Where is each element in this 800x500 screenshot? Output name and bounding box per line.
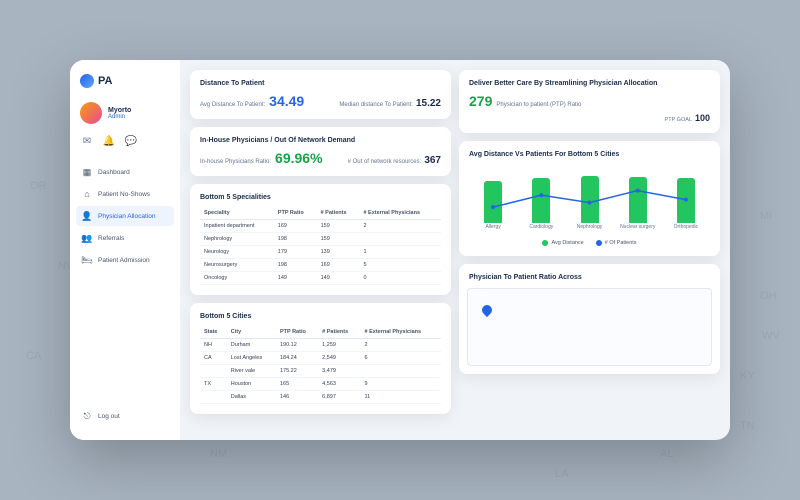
bar[interactable] — [677, 178, 695, 222]
table-row[interactable]: NHDurham190.121,2592 — [200, 339, 441, 352]
table-row[interactable]: Neurosurgery1981695 — [200, 259, 441, 272]
cities-title: Bottom 5 Cities — [200, 313, 441, 320]
bar[interactable] — [532, 178, 550, 223]
table-row[interactable]: Oncology1491490 — [200, 272, 441, 285]
main-content: Distance To Patient Avg Distance To Pati… — [180, 60, 730, 440]
noshow-icon: ⌂ — [82, 189, 92, 199]
bell-icon[interactable]: 🔔 — [102, 134, 116, 148]
col-header: # Patients — [317, 207, 360, 220]
dashboard-window: PA Myorto Admin ✉ 🔔 💬 ▦Dashboard ⌂Patien… — [70, 60, 730, 440]
col-header: # External Physicians — [361, 326, 441, 339]
profile-name: Myorto — [108, 107, 131, 114]
col-header: PTP Ratio — [274, 207, 317, 220]
quick-icons: ✉ 🔔 💬 — [76, 134, 174, 148]
logout-icon: ⎋ — [82, 411, 92, 421]
nav-no-shows[interactable]: ⌂Patient No-Shows — [76, 184, 174, 204]
table-row[interactable]: Neurology1791391 — [200, 246, 441, 259]
map-title: Physician To Patient Ratio Across — [469, 274, 710, 281]
ptp-title: Deliver Better Care By Streamlining Phys… — [469, 80, 710, 87]
specialities-title: Bottom 5 Specialities — [200, 194, 441, 201]
bar-label: Allergy — [485, 225, 500, 231]
profile-role: Admin — [108, 114, 131, 120]
table-row[interactable]: CALost Angeles184.242,5496 — [200, 352, 441, 365]
inhouse-card: In-House Physicians / Out Of Network Dem… — [190, 127, 451, 176]
chat-icon[interactable]: 💬 — [124, 134, 138, 148]
map-card: Physician To Patient Ratio Across — [459, 264, 720, 374]
bar-label: Orthopedic — [674, 225, 698, 231]
bar-group: Nuclear surgery — [614, 177, 662, 230]
logo-icon — [80, 74, 94, 88]
nav-logout[interactable]: ⎋Log out — [76, 406, 174, 426]
table-row[interactable]: Nephrology198159 — [200, 233, 441, 246]
specialities-table: SpecialityPTP Ratio# Patients# External … — [200, 207, 441, 285]
dashboard-icon: ▦ — [82, 167, 92, 177]
profile[interactable]: Myorto Admin — [76, 102, 174, 124]
avatar — [80, 102, 102, 124]
bar-group: Nephrology — [565, 176, 613, 230]
inhouse-ratio-value: 69.96% — [275, 150, 322, 166]
ptp-goal-value: 100 — [695, 113, 710, 123]
cities-card: Bottom 5 Cities StateCityPTP Ratio# Pati… — [190, 303, 451, 414]
nav-physician-allocation[interactable]: 👤Physician Allocation — [76, 206, 174, 226]
ptp-card: Deliver Better Care By Streamlining Phys… — [459, 70, 720, 133]
nav-dashboard[interactable]: ▦Dashboard — [76, 162, 174, 182]
cities-table: StateCityPTP Ratio# Patients# External P… — [200, 326, 441, 404]
bar-label: Nephrology — [577, 225, 603, 231]
legend-bar-dot — [542, 240, 548, 246]
legend-line-dot — [596, 240, 602, 246]
nav-admission[interactable]: 🛏Patient Admission — [76, 250, 174, 270]
bar[interactable] — [484, 181, 502, 223]
table-row[interactable]: TXHouston1654,5639 — [200, 378, 441, 391]
avg-distance-value: 34.49 — [269, 93, 304, 109]
chart-card: Avg Distance Vs Patients For Bottom 5 Ci… — [459, 141, 720, 256]
nav-referrals[interactable]: 👥Referrals — [76, 228, 174, 248]
col-header: Speciality — [200, 207, 274, 220]
app-name: PA — [98, 75, 112, 87]
ptp-value: 279 — [469, 93, 492, 109]
map-pin-icon — [480, 303, 494, 317]
app-logo: PA — [76, 74, 174, 88]
admission-icon: 🛏 — [82, 255, 92, 265]
table-row[interactable]: Inpatient department1691592 — [200, 220, 441, 233]
physician-icon: 👤 — [82, 211, 92, 221]
bar-group: Cardiology — [517, 178, 565, 231]
distance-card: Distance To Patient Avg Distance To Pati… — [190, 70, 451, 119]
bar-line-chart: Allergy Cardiology Nephrology Nuclear surge… — [469, 164, 710, 234]
sidebar: PA Myorto Admin ✉ 🔔 💬 ▦Dashboard ⌂Patien… — [70, 60, 180, 440]
col-header: City — [227, 326, 276, 339]
mail-icon[interactable]: ✉ — [80, 134, 94, 148]
bar-label: Nuclear surgery — [620, 225, 655, 231]
specialities-card: Bottom 5 Specialities SpecialityPTP Rati… — [190, 184, 451, 295]
col-header: # External Physicians — [359, 207, 441, 220]
col-header: PTP Ratio — [276, 326, 318, 339]
nav: ▦Dashboard ⌂Patient No-Shows 👤Physician … — [76, 162, 174, 426]
table-row[interactable]: River vale175.223,479 — [200, 365, 441, 378]
chart-legend: Avg Distance # Of Patients — [469, 240, 710, 246]
table-row[interactable]: Dallas1466,89711 — [200, 391, 441, 404]
distance-title: Distance To Patient — [200, 80, 441, 87]
col-header: # Patients — [318, 326, 360, 339]
bar[interactable] — [581, 176, 599, 223]
bar[interactable] — [629, 177, 647, 223]
chart-title: Avg Distance Vs Patients For Bottom 5 Ci… — [469, 151, 710, 158]
oon-value: 367 — [424, 155, 441, 166]
inhouse-title: In-House Physicians / Out Of Network Dem… — [200, 137, 441, 144]
col-header: State — [200, 326, 227, 339]
bar-group: Allergy — [469, 181, 517, 231]
bar-group: Orthopedic — [662, 178, 710, 230]
median-distance-value: 15.22 — [416, 98, 441, 109]
bar-label: Cardiology — [529, 225, 553, 231]
us-map-outline[interactable] — [467, 288, 712, 366]
referrals-icon: 👥 — [82, 233, 92, 243]
